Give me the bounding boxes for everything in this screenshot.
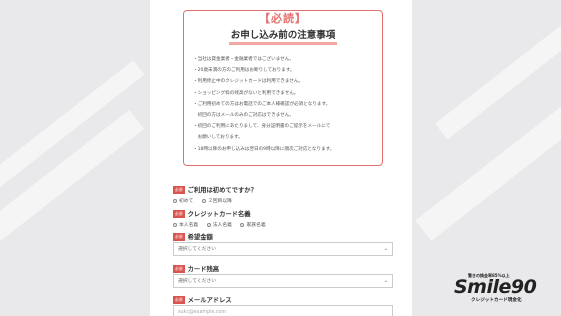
- radio-button[interactable]: [201, 198, 206, 203]
- email-question: 必須 メールアドレス: [173, 295, 232, 304]
- logo-name: Smile90: [454, 276, 537, 298]
- notice-line: ・ご利用初めての方はお電話でのご本人様確認が必須となります。: [193, 101, 331, 107]
- must-read-badge: 【必読】: [254, 12, 312, 25]
- option-corporate-name[interactable]: 法人名義: [206, 222, 232, 228]
- radio-button[interactable]: [240, 222, 245, 227]
- notice-line: ・ショッピング枠の残高がないと利用できません。: [193, 90, 299, 96]
- background-stripe: [415, 85, 561, 241]
- card-balance-select[interactable]: 選択してください ⌄: [173, 274, 393, 288]
- amount-select[interactable]: 選択してください ⌄: [173, 242, 393, 256]
- radio-button[interactable]: [173, 198, 177, 203]
- brand-logo: 驚きの換金率85%以上 Smile90 クレジットカード現金化: [452, 268, 556, 304]
- required-badge: 必須: [173, 296, 185, 304]
- notice-line: 初回の方はメールのみのご対応はできません。: [193, 113, 294, 119]
- card-holder-options: 本人名義 法人名義 家族名義: [173, 221, 273, 228]
- logo-subtitle: クレジットカード現金化: [471, 298, 522, 303]
- amount-label: 希望金額: [187, 234, 213, 241]
- card-holder-question: 必須 クレジットカード名義: [173, 209, 251, 218]
- required-badge: 必須: [173, 210, 185, 218]
- application-page: 【必読】 お申し込み前の注意事項 ・当社は貸金業者・金融業者ではございません。 …: [150, 0, 412, 316]
- option-second-time[interactable]: ２回目以降: [201, 198, 232, 204]
- notice-line: ・初回のご利用にあたりまして、身分証明書のご提示をメールにて: [193, 124, 331, 130]
- notice-line: お願いしております。: [193, 135, 243, 141]
- notice-line: ・利用停止中のクレジットカードは利用できません。: [193, 79, 304, 85]
- card-balance-question: 必須 カード残高: [173, 264, 219, 273]
- notice-line: ・20歳未満の方のご利用はお断りしております。: [193, 68, 295, 74]
- chevron-down-icon: ⌄: [383, 278, 388, 284]
- notice-list: ・当社は貸金業者・金融業者ではございません。 ・20歳未満の方のご利用はお断りし…: [193, 54, 379, 155]
- option-first-time[interactable]: 初めて: [173, 198, 193, 204]
- required-badge: 必須: [173, 233, 185, 241]
- notice-title: お申し込み前の注意事項: [228, 30, 338, 45]
- notice-line: ・18時以降のお申し込みは翌日の9時以降に順次ご対応となります。: [193, 146, 335, 152]
- card-balance-label: カード残高: [187, 266, 220, 273]
- radio-button[interactable]: [206, 222, 211, 227]
- option-self-name[interactable]: 本人名義: [173, 222, 198, 228]
- required-badge: 必須: [173, 265, 185, 273]
- option-family-name[interactable]: 家族名義: [240, 222, 266, 228]
- required-badge: 必須: [173, 186, 185, 194]
- amount-question: 必須 希望金額: [173, 232, 213, 241]
- background-stripe: [0, 109, 145, 265]
- chevron-down-icon: ⌄: [383, 246, 388, 252]
- email-label: メールアドレス: [187, 297, 232, 304]
- radio-button[interactable]: [173, 222, 177, 227]
- notice-box: 【必読】 お申し込み前の注意事項 ・当社は貸金業者・金融業者ではございません。 …: [183, 10, 383, 166]
- notice-line: ・当社は貸金業者・金融業者ではございません。: [193, 57, 294, 62]
- background-stripe: [435, 0, 561, 140]
- first-time-question: 必須 ご利用は初めてですか？: [173, 185, 257, 194]
- first-time-options: 初めて ２回目以降: [173, 197, 239, 204]
- email-field[interactable]: sukc@example.com: [173, 305, 393, 316]
- card-holder-label: クレジットカード名義: [187, 211, 251, 218]
- first-time-label: ご利用は初めてですか？: [187, 187, 257, 194]
